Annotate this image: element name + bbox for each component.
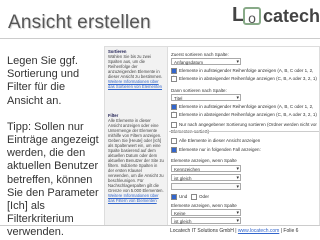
filter-operator-1-select[interactable]: ist gleich: [171, 174, 241, 182]
radio-icon[interactable]: [171, 103, 177, 110]
filter-column-label-2: Elemente anzeigen, wenn Spalte: [171, 203, 237, 208]
slide-description: Legen Sie ggf. Sortierung und Filter für…: [7, 55, 102, 240]
second-sort-label: Dann sortieren nach Spalte:: [171, 88, 227, 93]
filter-conditional-option[interactable]: Elemente nur in folgenden Fall anzeigen:: [171, 146, 317, 153]
first-sort-label: Zuerst sortieren nach Spalte:: [171, 52, 229, 57]
filter-logic-options[interactable]: Und Oder: [171, 193, 317, 200]
footer-company: Locatech IT Solutions GmbH |: [170, 228, 237, 234]
second-sort-asc-option[interactable]: Elemente in aufsteigender Reihenfolge an…: [171, 103, 317, 116]
radio-icon[interactable]: [171, 193, 177, 200]
logo-box-o: o: [243, 7, 261, 26]
filter-help-link[interactable]: Weitere Informationen über das Filtern v…: [108, 193, 164, 203]
radio-icon[interactable]: [171, 146, 177, 153]
settings-description-column: Sortieren Wählen Sie bis zu zwei Spalten…: [105, 47, 168, 225]
footer-url[interactable]: www.locatech.com: [238, 228, 279, 234]
locatech-logo: L o catech: [232, 4, 320, 32]
footer-page: | Folie 6: [280, 228, 299, 234]
first-sort-desc-option[interactable]: Elemente in absteigender Reihenfolge anz…: [171, 75, 317, 82]
filter-value-1-input[interactable]: [171, 183, 241, 191]
sort-section-info: Sortieren Wählen Sie bis zu zwei Spalten…: [105, 47, 167, 91]
checkbox-icon[interactable]: [171, 121, 177, 128]
filter-section-info: Filter Alle Elemente in dieser Ansicht a…: [105, 111, 167, 205]
radio-icon[interactable]: [171, 67, 177, 74]
filter-text: Alle Elemente in dieser Ansicht anzeigen…: [108, 118, 164, 193]
sharepoint-screenshot: Sortieren Wählen Sie bis zu zwei Spalten…: [104, 46, 320, 226]
footer-divider: [0, 225, 320, 226]
description-paragraph-2: Tipp: Sollen nur Einträge angezeigt werd…: [7, 120, 99, 239]
slide-title: Ansicht erstellen: [8, 12, 151, 33]
and-label: Und: [179, 194, 188, 199]
header-divider: [0, 38, 320, 39]
radio-icon[interactable]: [171, 75, 177, 82]
filter-column-label: Elemente anzeigen, wenn Spalte: [171, 158, 237, 163]
filter-operator-2-select[interactable]: ist gleich: [171, 217, 241, 225]
or-label: Oder: [199, 194, 210, 199]
sort-only-checkbox[interactable]: Nur nach angegebener Sortierung sortiere…: [171, 121, 317, 134]
settings-controls-column: Zuerst sortieren nach Spalte: Anfangsdat…: [169, 47, 319, 225]
sort-text: Wählen Sie bis zu zwei Spalten aus, um d…: [108, 54, 163, 79]
footer: Locatech IT Solutions GmbH | www.locatec…: [170, 228, 298, 234]
logo-text: catech: [263, 6, 320, 26]
radio-icon[interactable]: [191, 193, 198, 200]
sort-help-link[interactable]: Weitere Informationen über das Sortieren…: [108, 79, 164, 89]
first-sort-select[interactable]: Anfangsdatum: [171, 58, 241, 66]
description-paragraph-1: Legen Sie ggf. Sortierung und Filter für…: [7, 55, 80, 107]
second-sort-select[interactable]: Titel: [171, 94, 241, 102]
filter-all-option[interactable]: Alle Elemente in dieser Ansicht anzeigen: [171, 137, 317, 144]
filter-column-2-select[interactable]: Keine: [171, 209, 241, 217]
radio-icon[interactable]: [171, 137, 177, 144]
section-divider: [169, 131, 319, 132]
second-sort-desc-option[interactable]: Elemente in absteigender Reihenfolge anz…: [171, 111, 317, 118]
radio-icon[interactable]: [171, 111, 177, 118]
first-sort-asc-option[interactable]: Elemente in aufsteigender Reihenfolge an…: [171, 67, 317, 80]
filter-column-1-select[interactable]: Kennzeichen: [171, 165, 241, 173]
